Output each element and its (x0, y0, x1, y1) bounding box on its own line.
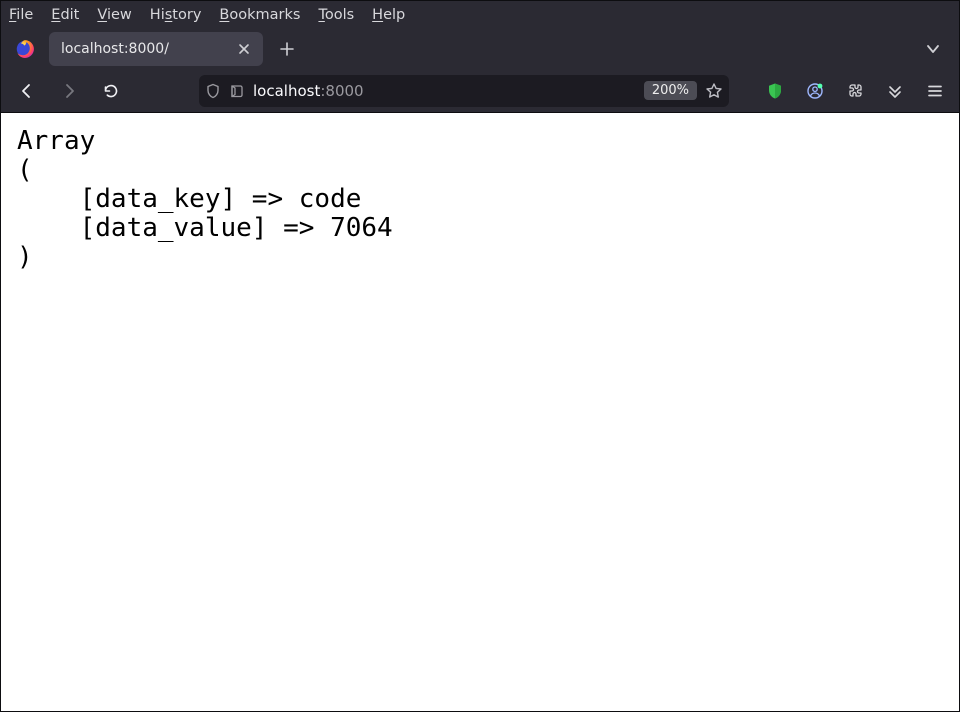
site-identity-icon[interactable] (229, 83, 245, 99)
tab-strip: localhost:8000/ (1, 29, 959, 69)
reload-button[interactable] (95, 75, 127, 107)
url-text: localhost:8000 (253, 82, 636, 100)
browser-tab[interactable]: localhost:8000/ (49, 32, 263, 66)
account-icon[interactable] (801, 77, 829, 105)
new-tab-button[interactable] (271, 33, 303, 65)
zoom-badge[interactable]: 200% (644, 81, 697, 100)
tab-title: localhost:8000/ (61, 41, 227, 57)
bookmark-star-icon[interactable] (705, 82, 723, 100)
page-content: Array ( [data_key] => code [data_value] … (1, 113, 959, 711)
firefox-logo-icon (11, 35, 39, 63)
menubar: File Edit View History Bookmarks Tools H… (1, 1, 959, 29)
menu-view[interactable]: View (97, 7, 131, 23)
overflow-icon[interactable] (881, 77, 909, 105)
toolbar-right (761, 77, 949, 105)
url-bar[interactable]: localhost:8000 200% (199, 75, 729, 107)
menu-help[interactable]: Help (372, 7, 405, 23)
menu-history[interactable]: History (150, 7, 202, 23)
menu-edit[interactable]: Edit (51, 7, 79, 23)
menu-bookmarks[interactable]: Bookmarks (219, 7, 300, 23)
tab-close-icon[interactable] (235, 40, 253, 58)
extensions-icon[interactable] (841, 77, 869, 105)
menu-file[interactable]: File (9, 7, 33, 23)
menu-tools[interactable]: Tools (318, 7, 354, 23)
php-print-r-output: Array ( [data_key] => code [data_value] … (17, 127, 943, 273)
app-menu-icon[interactable] (921, 77, 949, 105)
forward-button[interactable] (53, 75, 85, 107)
ublock-icon[interactable] (761, 77, 789, 105)
back-button[interactable] (11, 75, 43, 107)
navigation-toolbar: localhost:8000 200% (1, 69, 959, 113)
tracking-protection-icon[interactable] (205, 83, 221, 99)
list-all-tabs-icon[interactable] (917, 33, 949, 65)
